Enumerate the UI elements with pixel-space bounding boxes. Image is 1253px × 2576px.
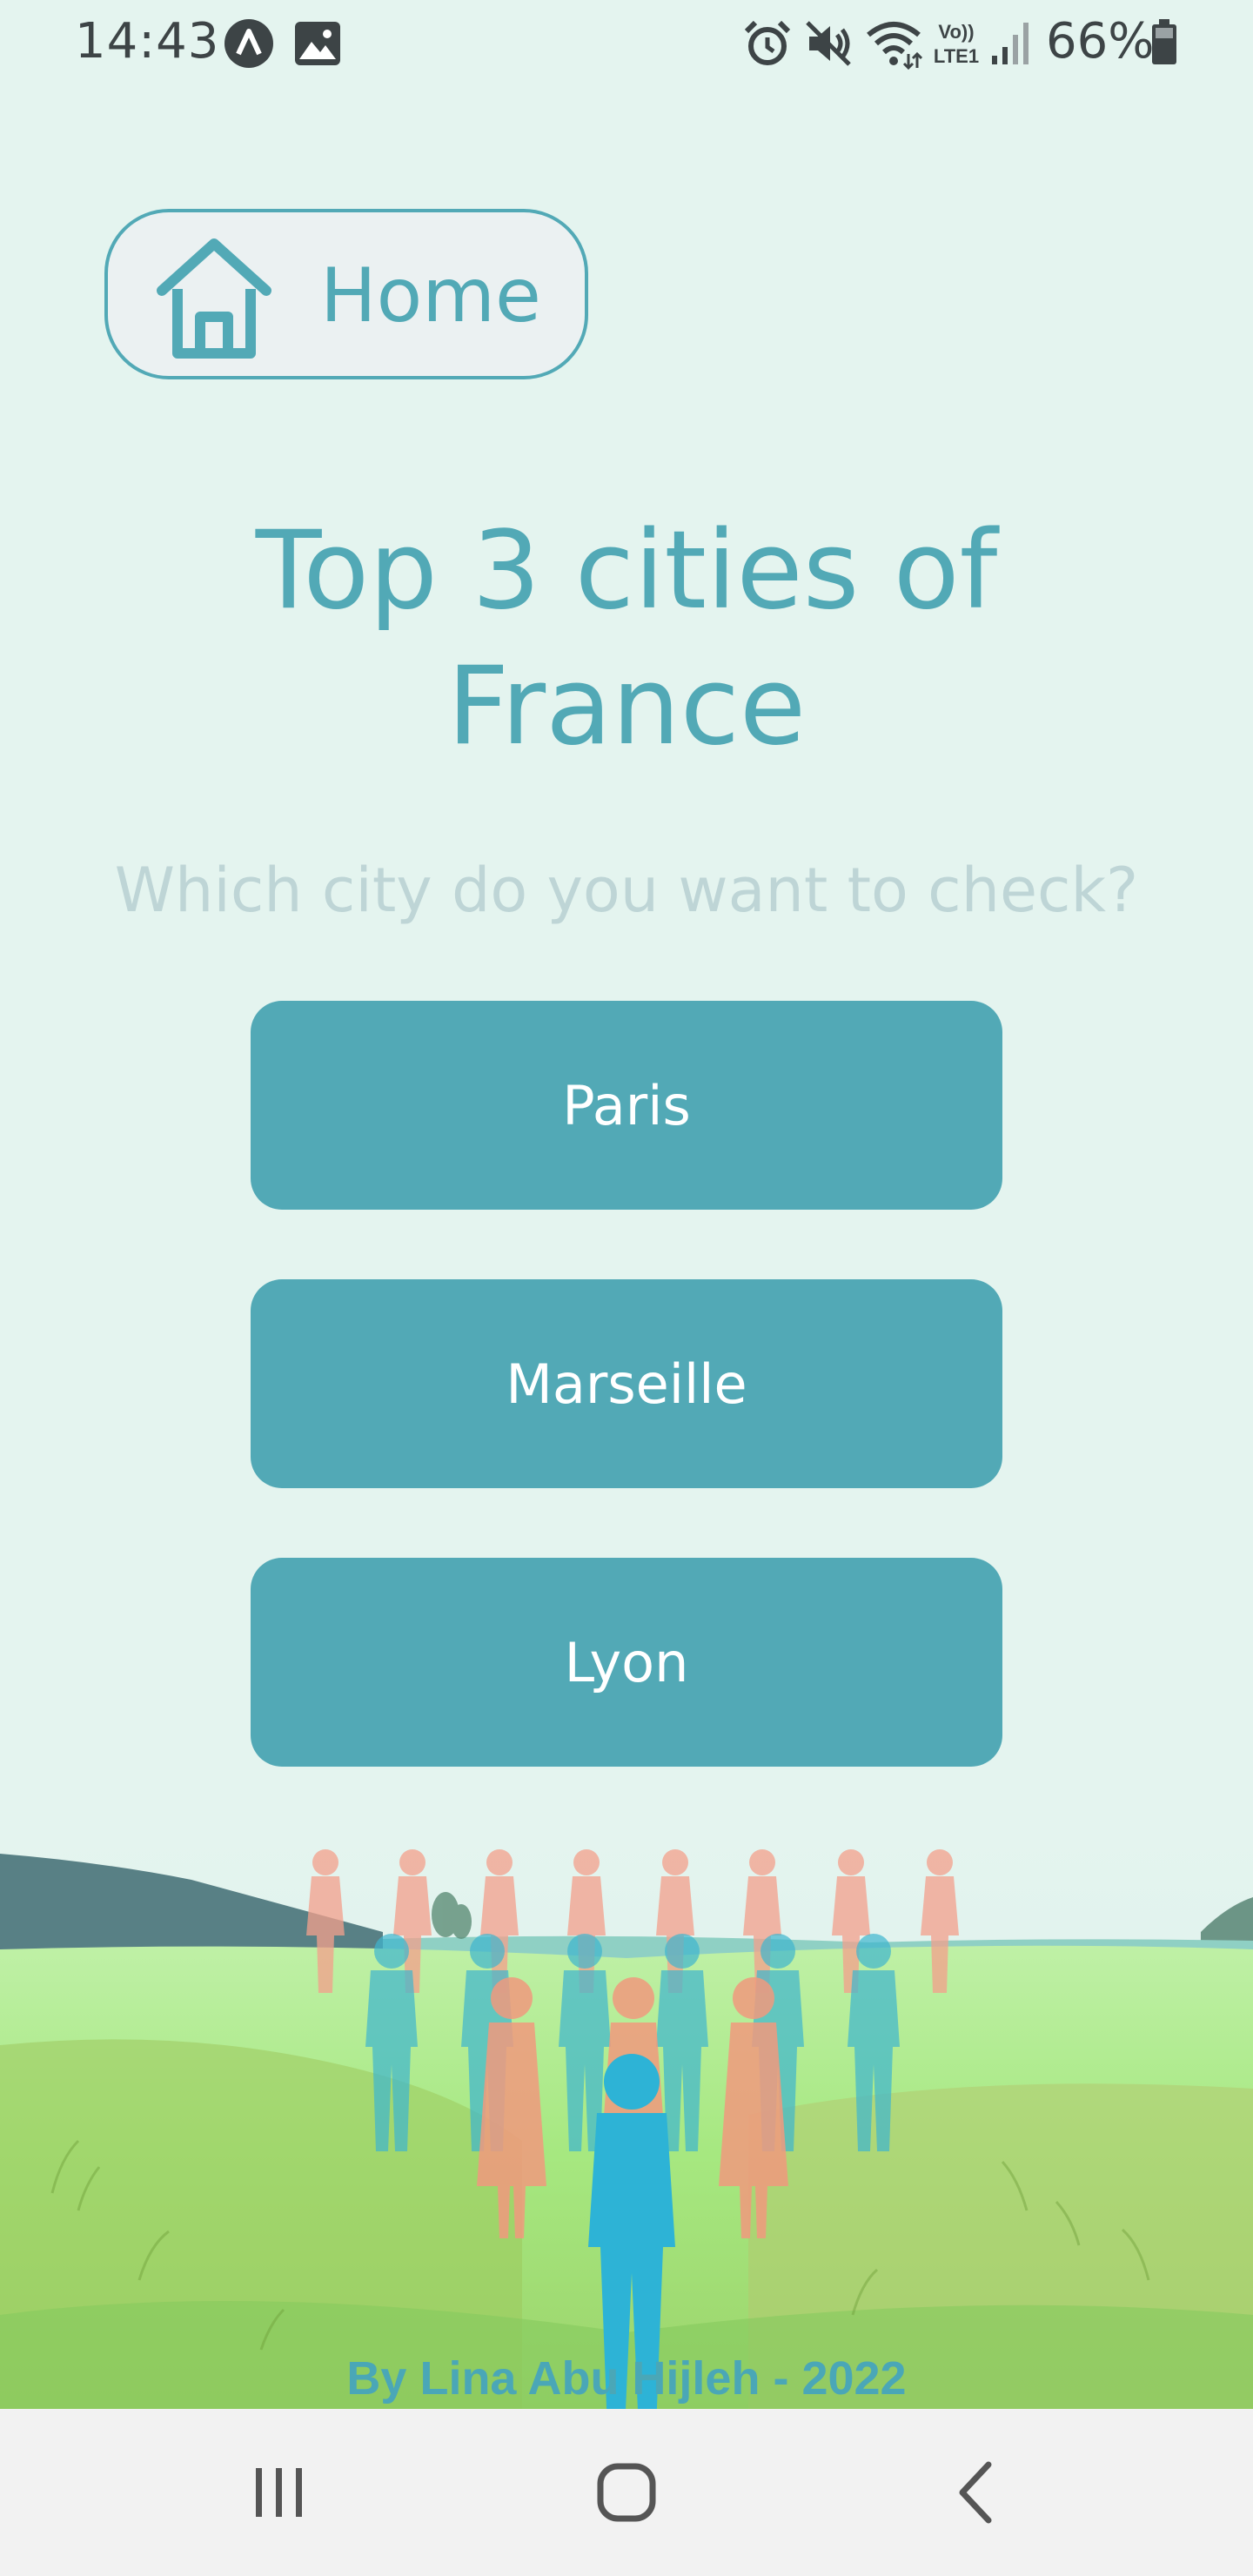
city-button-marseille[interactable]: Marseille [251, 1279, 1002, 1488]
svg-text:LTE1: LTE1 [934, 45, 979, 67]
battery-icon [1152, 19, 1176, 64]
gallery-icon [295, 22, 340, 65]
landscape-illustration [0, 1828, 1253, 2409]
battery-percentage: 66% [1046, 13, 1155, 70]
home-circle-icon[interactable] [583, 2449, 670, 2536]
navigation-bar [0, 2409, 1253, 2576]
status-bar: 14:43 Vo)) LTE1 66% [0, 0, 1253, 84]
status-time: 14:43 [75, 13, 220, 70]
home-label: Home [320, 252, 541, 339]
city-button-paris[interactable]: Paris [251, 1001, 1002, 1210]
signal-icon [992, 23, 1029, 64]
recents-icon[interactable] [235, 2449, 322, 2536]
back-icon[interactable] [935, 2449, 1022, 2536]
credit-text: By Lina Abu Hijleh - 2022 [346, 2352, 907, 2405]
wifi-icon [867, 22, 922, 70]
volte-icon: Vo)) LTE1 [934, 21, 979, 67]
app-notification-icon [224, 19, 273, 68]
city-button-lyon[interactable]: Lyon [251, 1558, 1002, 1767]
mute-icon [806, 21, 851, 66]
home-icon [157, 238, 271, 359]
page-title: Top 3 cities of France [255, 508, 998, 769]
home-button[interactable]: Home [104, 209, 588, 379]
svg-text:Vo)): Vo)) [938, 21, 974, 43]
alarm-icon [744, 20, 791, 65]
page-subtitle: Which city do you want to check? [114, 855, 1139, 926]
